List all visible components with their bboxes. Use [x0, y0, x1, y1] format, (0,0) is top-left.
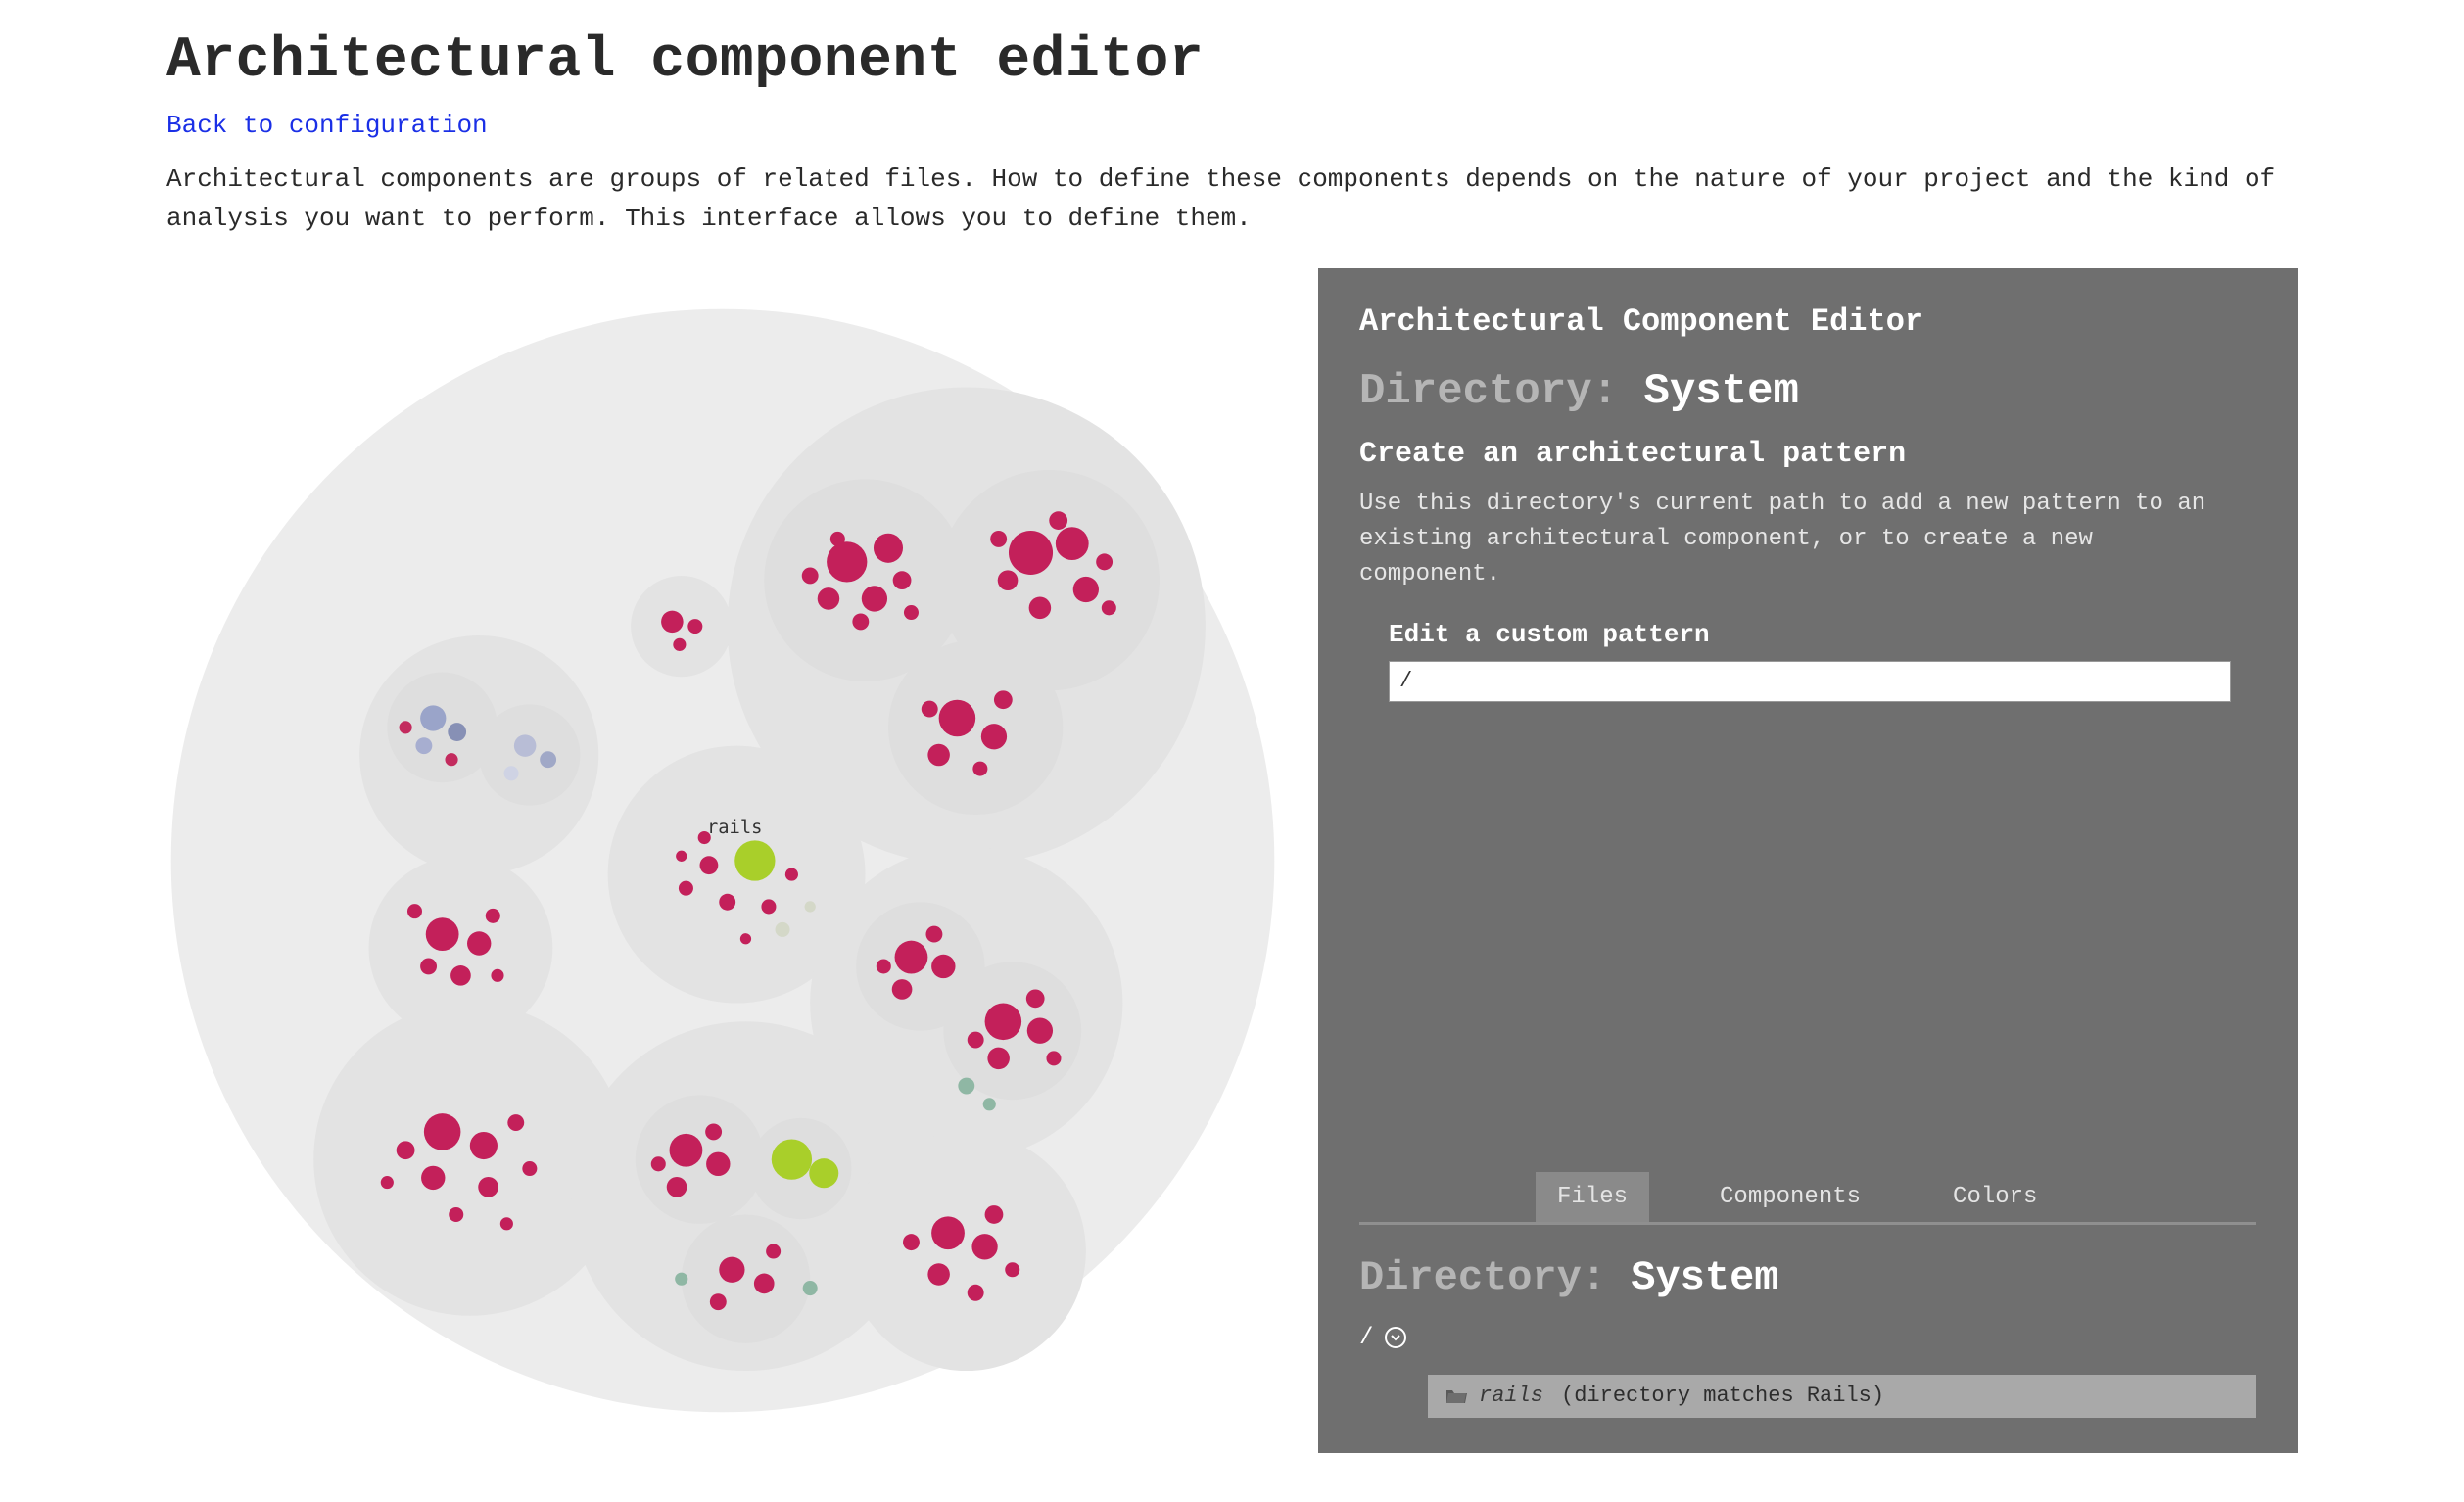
panel-title: Architectural Component Editor: [1359, 304, 2256, 340]
vis-node-label: rails: [707, 817, 763, 837]
directory-heading: Directory: System: [1359, 367, 2256, 416]
entry-name: rails: [1479, 1384, 1543, 1408]
circle-packing-visualization[interactable]: rails: [166, 268, 1279, 1453]
expand-down-icon[interactable]: [1385, 1327, 1406, 1348]
directory-value: System: [1643, 367, 1798, 416]
files-directory-value: System: [1631, 1254, 1778, 1301]
page-description: Architectural components are groups of r…: [166, 160, 2298, 239]
files-section: Directory: System /: [1359, 1254, 2256, 1418]
path-row[interactable]: /: [1359, 1325, 2256, 1351]
create-pattern-description: Use this directory's current path to add…: [1359, 487, 2241, 592]
folder-open-icon: [1445, 1387, 1467, 1405]
tab-components[interactable]: Components: [1698, 1172, 1882, 1222]
back-to-configuration-link[interactable]: Back to configuration: [166, 111, 488, 140]
tab-colors[interactable]: Colors: [1931, 1172, 2059, 1222]
path-text: /: [1359, 1325, 1373, 1351]
tab-row: Files Components Colors: [1359, 1170, 2256, 1225]
directory-label: Directory:: [1359, 367, 1618, 416]
files-directory-label: Directory:: [1359, 1254, 1606, 1301]
page-title: Architectural component editor: [166, 29, 2298, 93]
entry-note: (directory matches Rails): [1561, 1384, 1884, 1408]
editor-panel: Architectural Component Editor Directory…: [1318, 268, 2298, 1453]
pattern-input[interactable]: [1389, 661, 2231, 702]
directory-entry-row[interactable]: rails (directory matches Rails): [1428, 1375, 2256, 1418]
tab-files[interactable]: Files: [1536, 1172, 1649, 1222]
create-pattern-heading: Create an architectural pattern: [1359, 438, 2256, 471]
files-directory-heading: Directory: System: [1359, 1254, 2256, 1301]
pattern-field-label: Edit a custom pattern: [1389, 620, 2256, 649]
